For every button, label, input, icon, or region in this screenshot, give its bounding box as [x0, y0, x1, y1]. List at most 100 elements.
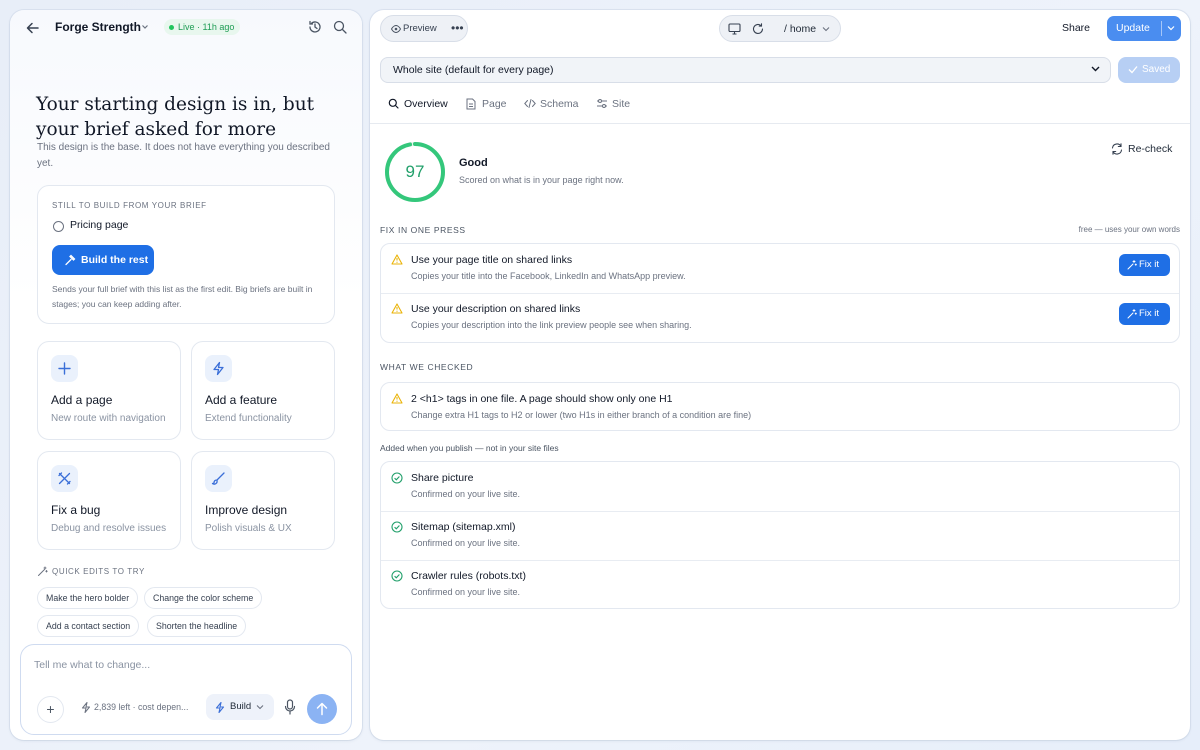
project-name[interactable]: Forge Strength	[55, 20, 141, 34]
preview-label: Preview	[403, 23, 437, 34]
microphone-icon[interactable]	[284, 699, 296, 715]
magic-wand-icon	[1127, 260, 1137, 270]
history-icon[interactable]	[307, 19, 323, 35]
row-divider	[381, 511, 1179, 512]
mode-dropdown[interactable]: Build	[206, 694, 274, 720]
card-improve-design[interactable]: Improve design Polish visuals & UX	[191, 451, 335, 550]
quick-edit-chip[interactable]: Change the color scheme	[144, 587, 263, 609]
publish-row: Crawler rules (robots.txt) Confirmed on …	[381, 560, 1179, 608]
fix-it-button[interactable]: Fix it	[1119, 254, 1170, 276]
quick-edit-chip[interactable]: Make the hero bolder	[37, 587, 139, 609]
brush-icon	[205, 465, 232, 492]
card-title: Add a page	[51, 393, 113, 407]
check-description: Change extra H1 tags to H2 or lower (two…	[411, 410, 752, 420]
tab-overview[interactable]: Overview	[388, 98, 448, 110]
check-title: 2 <h1> tags in one file. A page should s…	[411, 393, 673, 405]
score-caption: Scored on what is in your page right now…	[459, 175, 624, 185]
card-add-page[interactable]: Add a page New route with navigation	[37, 341, 181, 440]
row-divider	[381, 293, 1179, 294]
warning-icon	[391, 303, 403, 314]
fix-list: Use your page title on shared links Copi…	[380, 243, 1180, 343]
update-divider	[1161, 21, 1162, 36]
card-subtitle: New route with navigation	[51, 413, 166, 424]
tab-label: Page	[482, 98, 507, 110]
mode-label: Build	[230, 701, 252, 712]
check-circle-icon	[391, 521, 403, 533]
fix-row: Use your description on shared links Cop…	[381, 293, 1179, 342]
fix-title: Use your page title on shared links	[411, 254, 573, 266]
chevron-down-icon[interactable]	[1167, 25, 1175, 31]
tab-page[interactable]: Page	[466, 98, 507, 110]
publish-title: Crawler rules (robots.txt)	[411, 570, 526, 582]
desktop-icon[interactable]	[728, 23, 741, 35]
sliders-icon	[597, 99, 607, 108]
update-button[interactable]: Update	[1107, 16, 1181, 41]
warning-icon	[391, 254, 403, 265]
recheck-button[interactable]: Re-check	[1111, 143, 1172, 155]
scope-value: Whole site (default for every page)	[393, 64, 554, 76]
chat-panel: Forge Strength Live · 11h ago Your start…	[10, 10, 362, 740]
card-title: Add a feature	[205, 393, 278, 407]
score-rating: Good	[459, 157, 488, 169]
quick-edit-chip[interactable]: Shorten the headline	[147, 615, 247, 637]
todo-radio[interactable]	[53, 221, 64, 232]
preview-toggle[interactable]: Preview •••	[380, 15, 468, 42]
hammer-icon	[65, 254, 76, 266]
lightning-icon	[82, 702, 90, 713]
lightning-icon	[205, 355, 232, 382]
magic-wand-icon	[38, 566, 48, 576]
publish-row: Share picture Confirmed on your live sit…	[381, 462, 1179, 511]
send-button[interactable]	[307, 694, 337, 724]
scope-select[interactable]: Whole site (default for every page)	[380, 57, 1111, 83]
tools-icon	[51, 465, 78, 492]
check-circle-icon	[391, 570, 403, 582]
update-label: Update	[1116, 22, 1150, 34]
chat-header: Forge Strength Live · 11h ago	[10, 10, 362, 44]
checked-section-header: WHAT WE CHECKED	[380, 362, 474, 372]
build-rest-button[interactable]: Build the rest	[52, 245, 154, 275]
eye-icon	[391, 25, 401, 33]
brief-subtext: This design is the base. It does not hav…	[37, 142, 330, 169]
check-circle-icon	[391, 472, 403, 484]
todo-header: STILL TO BUILD FROM YOUR BRIEF	[52, 201, 207, 210]
plus-icon	[51, 355, 78, 382]
live-status-badge: Live · 11h ago	[164, 19, 241, 35]
share-button[interactable]: Share	[1052, 16, 1100, 41]
more-options-icon[interactable]: •••	[451, 21, 464, 35]
route-selector[interactable]: / home	[784, 23, 816, 35]
fix-it-button[interactable]: Fix it	[1119, 303, 1170, 325]
saved-label: Saved	[1142, 64, 1171, 75]
quick-edit-chip[interactable]: Add a contact section	[37, 615, 140, 637]
card-title: Fix a bug	[51, 503, 101, 517]
project-chevron-icon[interactable]	[141, 23, 149, 31]
fix-description: Copies your title into the Facebook, Lin…	[411, 271, 686, 281]
score-ring: 97	[383, 140, 447, 204]
card-add-feature[interactable]: Add a feature Extend functionality	[191, 341, 335, 440]
tab-site[interactable]: Site	[596, 98, 630, 110]
publish-description: Confirmed on your live site.	[411, 489, 521, 499]
saved-button[interactable]: Saved	[1118, 57, 1180, 83]
publish-title: Sitemap (sitemap.xml)	[411, 521, 516, 533]
card-subtitle: Debug and resolve issues	[51, 523, 167, 534]
fix-section-note: free — uses your own words	[1078, 225, 1180, 234]
card-title: Improve design	[205, 503, 288, 517]
fix-row: Use your page title on shared links Copi…	[381, 244, 1179, 293]
publish-note: Added when you publish — not in your sit…	[380, 443, 559, 453]
refresh-icon	[1111, 143, 1123, 155]
tab-schema[interactable]: Schema	[524, 98, 579, 110]
todo-card: STILL TO BUILD FROM YOUR BRIEF Pricing p…	[37, 185, 335, 324]
tab-label: Site	[612, 98, 631, 110]
reload-icon[interactable]	[752, 23, 764, 35]
publish-row: Sitemap (sitemap.xml) Confirmed on your …	[381, 511, 1179, 560]
search-icon[interactable]	[332, 19, 348, 35]
todo-note: Sends your full brief with this list as …	[52, 284, 313, 309]
message-input[interactable]: Tell me what to change...	[34, 659, 150, 671]
card-fix-bug[interactable]: Fix a bug Debug and resolve issues	[37, 451, 181, 550]
back-arrow-icon[interactable]	[24, 19, 42, 37]
attach-button[interactable]: +	[37, 696, 64, 723]
card-subtitle: Polish visuals & UX	[205, 523, 292, 534]
fix-description: Copies your description into the link pr…	[411, 320, 692, 330]
fix-section-header: FIX IN ONE PRESS	[380, 225, 466, 235]
credits-indicator: 2,839 left · cost depen...	[81, 702, 188, 713]
check-icon	[1128, 66, 1138, 74]
